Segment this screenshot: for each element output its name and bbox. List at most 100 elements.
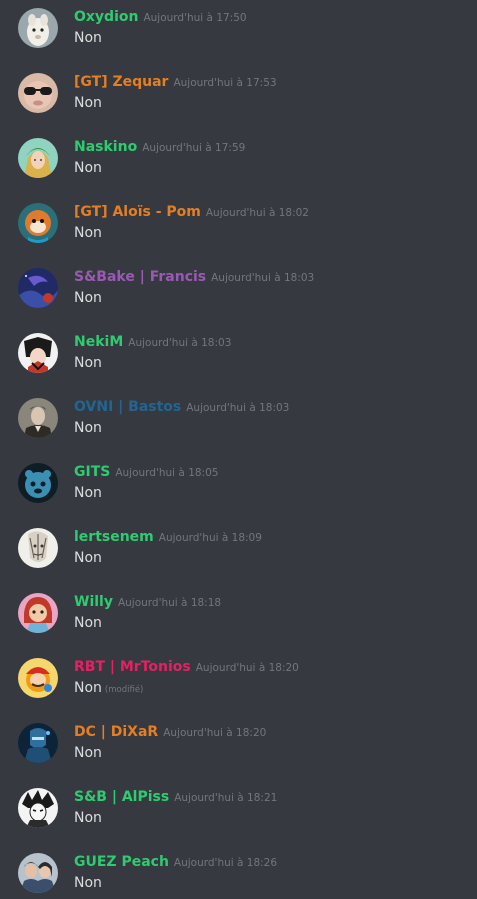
message-timestamp: Aujourd'hui à 17:53	[173, 77, 277, 89]
message-header: [GT] Zequar Aujourd'hui à 17:53	[74, 71, 277, 93]
couple-photo-avatar-icon[interactable]	[18, 853, 58, 893]
message-text: Non	[74, 550, 102, 566]
edited-indicator[interactable]: (modifié)	[105, 685, 143, 695]
message-feed: Oxydion Aujourd'hui à 17:50 Non [GT] Zequ…	[0, 0, 477, 899]
message-timestamp: Aujourd'hui à 18:03	[186, 402, 290, 414]
message-timestamp: Aujourd'hui à 18:20	[195, 662, 299, 674]
message-item: NekiM Aujourd'hui à 18:03 Non	[0, 330, 477, 395]
author-name[interactable]: NekiM	[74, 334, 123, 350]
message-header: OVNI | Bastos Aujourd'hui à 18:03	[74, 396, 289, 418]
message-timestamp: Aujourd'hui à 17:59	[142, 142, 246, 154]
message-content: Non	[74, 353, 102, 373]
message-item: RBT | MrTonios Aujourd'hui à 18:20 Non (mo…	[0, 655, 477, 720]
message-text: Non	[74, 160, 102, 176]
message-timestamp: Aujourd'hui à 17:50	[143, 12, 247, 24]
message-timestamp: Aujourd'hui à 18:09	[158, 532, 262, 544]
message-content: Non	[74, 93, 102, 113]
author-name[interactable]: RBT | MrTonios	[74, 659, 191, 675]
author-name[interactable]: S&B | AlPiss	[74, 789, 169, 805]
man-portrait-avatar-icon[interactable]	[18, 398, 58, 438]
message-header: DC | DiXaR Aujourd'hui à 18:20	[74, 721, 266, 743]
message-item: GUEZ Peach Aujourd'hui à 18:26 Non	[0, 850, 477, 899]
author-name[interactable]: Willy	[74, 594, 113, 610]
author-name[interactable]: DC | DiXaR	[74, 724, 158, 740]
message-header: GUEZ Peach Aujourd'hui à 18:26	[74, 851, 277, 873]
message-item: S&Bake | Francis Aujourd'hui à 18:03 Non	[0, 265, 477, 330]
mario-avatar-icon[interactable]	[18, 658, 58, 698]
cartoon-character-avatar-icon[interactable]	[18, 203, 58, 243]
author-name[interactable]: Naskino	[74, 139, 137, 155]
message-content: Non	[74, 418, 102, 438]
message-text: Non	[74, 290, 102, 306]
message-text: Non	[74, 225, 102, 241]
message-item: Naskino Aujourd'hui à 17:59 Non	[0, 135, 477, 200]
message-item: S&B | AlPiss Aujourd'hui à 18:21 Non	[0, 785, 477, 850]
message-text: Non	[74, 485, 102, 501]
message-text: Non	[74, 30, 102, 46]
message-content: Non	[74, 483, 102, 503]
manga-character-avatar-icon[interactable]	[18, 788, 58, 828]
sketch-drawing-avatar-icon[interactable]	[18, 528, 58, 568]
message-item: GITS Aujourd'hui à 18:05 Non	[0, 460, 477, 525]
message-header: lertsenem Aujourd'hui à 18:09	[74, 526, 262, 548]
message-timestamp: Aujourd'hui à 18:05	[115, 467, 219, 479]
message-header: Willy Aujourd'hui à 18:18	[74, 591, 221, 613]
message-content: Non (modifié)	[74, 678, 143, 700]
red-hair-cartoon-avatar-icon[interactable]	[18, 593, 58, 633]
author-name[interactable]: GUEZ Peach	[74, 854, 169, 870]
message-text: Non	[74, 355, 102, 371]
author-name[interactable]: OVNI | Bastos	[74, 399, 181, 415]
message-item: [GT] Zequar Aujourd'hui à 17:53 Non	[0, 70, 477, 135]
author-name[interactable]: lertsenem	[74, 529, 154, 545]
message-header: [GT] Aloïs - Pom Aujourd'hui à 18:02	[74, 201, 309, 223]
message-text: Non	[74, 680, 102, 696]
armored-figure-avatar-icon[interactable]	[18, 723, 58, 763]
message-header: Oxydion Aujourd'hui à 17:50	[74, 6, 247, 28]
message-item: Willy Aujourd'hui à 18:18 Non	[0, 590, 477, 655]
anime-character-avatar-icon[interactable]	[18, 333, 58, 373]
author-name[interactable]: Oxydion	[74, 9, 138, 25]
message-item: Oxydion Aujourd'hui à 17:50 Non	[0, 5, 477, 70]
author-name[interactable]: GITS	[74, 464, 110, 480]
message-content: Non	[74, 873, 102, 893]
message-item: [GT] Aloïs - Pom Aujourd'hui à 18:02 Non	[0, 200, 477, 265]
message-text: Non	[74, 745, 102, 761]
message-content: Non	[74, 613, 102, 633]
message-content: Non	[74, 548, 102, 568]
message-content: Non	[74, 743, 102, 763]
message-header: RBT | MrTonios Aujourd'hui à 18:20	[74, 656, 299, 678]
sunglasses-face-avatar-icon[interactable]	[18, 73, 58, 113]
author-name[interactable]: S&Bake | Francis	[74, 269, 206, 285]
message-text: Non	[74, 420, 102, 436]
message-content: Non	[74, 223, 102, 243]
blue-creature-avatar-icon[interactable]	[18, 463, 58, 503]
message-header: S&Bake | Francis Aujourd'hui à 18:03	[74, 266, 314, 288]
night-sky-avatar-icon[interactable]	[18, 268, 58, 308]
message-content: Non	[74, 288, 102, 308]
message-text: Non	[74, 615, 102, 631]
elf-hero-avatar-icon[interactable]	[18, 138, 58, 178]
message-timestamp: Aujourd'hui à 18:18	[117, 597, 222, 609]
alpaca-avatar-icon[interactable]	[18, 8, 58, 48]
message-timestamp: Aujourd'hui à 18:26	[173, 857, 278, 869]
message-item: lertsenem Aujourd'hui à 18:09 Non	[0, 525, 477, 590]
message-item: OVNI | Bastos Aujourd'hui à 18:03 Non	[0, 395, 477, 460]
message-header: NekiM Aujourd'hui à 18:03	[74, 331, 231, 353]
author-name[interactable]: [GT] Zequar	[74, 74, 168, 90]
message-timestamp: Aujourd'hui à 18:20	[163, 727, 267, 739]
message-timestamp: Aujourd'hui à 18:21	[174, 792, 278, 804]
message-timestamp: Aujourd'hui à 18:02	[205, 207, 309, 219]
message-text: Non	[74, 810, 102, 826]
message-header: Naskino Aujourd'hui à 17:59	[74, 136, 245, 158]
message-header: S&B | AlPiss Aujourd'hui à 18:21	[74, 786, 277, 808]
message-timestamp: Aujourd'hui à 18:03	[128, 337, 232, 349]
message-header: GITS Aujourd'hui à 18:05	[74, 461, 218, 483]
message-content: Non	[74, 158, 102, 178]
message-content: Non	[74, 28, 102, 48]
message-text: Non	[74, 875, 102, 891]
message-content: Non	[74, 808, 102, 828]
author-name[interactable]: [GT] Aloïs - Pom	[74, 204, 201, 220]
message-timestamp: Aujourd'hui à 18:03	[211, 272, 315, 284]
message-item: DC | DiXaR Aujourd'hui à 18:20 Non	[0, 720, 477, 785]
message-text: Non	[74, 95, 102, 111]
